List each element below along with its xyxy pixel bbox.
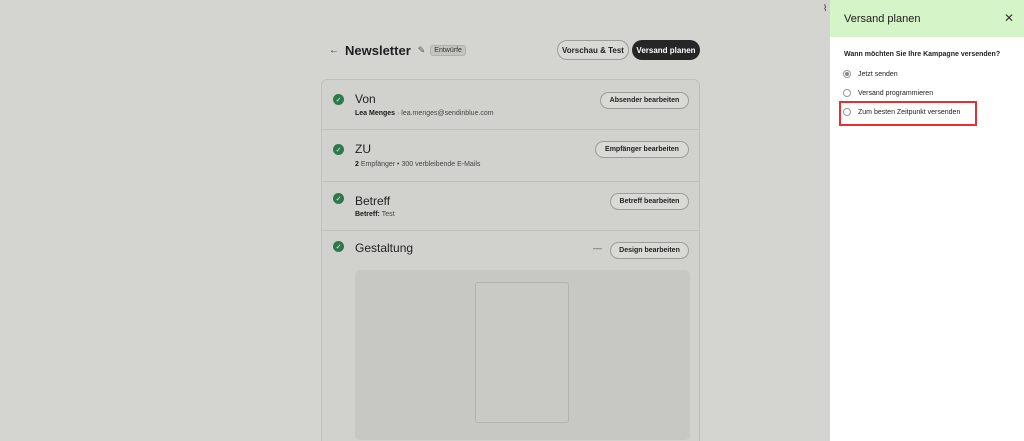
radio-button[interactable] <box>843 70 851 78</box>
activity-icon: ⌇ <box>823 3 828 13</box>
sender-name: Lea Menges <box>355 110 396 117</box>
edit-subject-button[interactable]: Betreff bearbeiten <box>610 193 689 210</box>
schedule-button[interactable]: Versand planen <box>632 40 700 60</box>
radio-button[interactable] <box>843 89 851 97</box>
panel-title: Versand planen <box>844 12 921 25</box>
section-title: Betreff <box>355 194 391 208</box>
sender-info: Lea Menges · lea.menges@sendinblue.com <box>355 110 494 117</box>
section-title: Von <box>355 92 376 106</box>
highlight-box <box>839 101 977 126</box>
option-send-now[interactable]: Jetzt senden <box>843 68 898 80</box>
check-icon: ✓ <box>333 94 344 105</box>
status-badge: Entwürfe <box>430 44 466 56</box>
preview-test-button[interactable]: Vorschau & Test <box>557 40 629 60</box>
sender-email: · lea.menges@sendinblue.com <box>397 110 494 117</box>
schedule-panel: Versand planen ✕ Wann möchten Sie Ihre K… <box>830 0 1024 441</box>
recipients-info: 2 Empfänger • 300 verbleibende E-Mails <box>355 161 480 168</box>
edit-design-button[interactable]: Design bearbeiten <box>610 242 689 259</box>
subject-info: Betreff: Test <box>355 211 395 218</box>
recipient-count: 2 <box>355 161 359 168</box>
recipient-detail: Empfänger • 300 verbleibende E-Mails <box>360 161 481 168</box>
arrow-left-icon[interactable]: ← <box>329 45 345 56</box>
check-icon: ✓ <box>333 144 344 155</box>
sender-section: ✓ Von Lea Menges · lea.menges@sendinblue… <box>322 80 699 130</box>
subject-value: Test <box>381 211 395 218</box>
edit-sender-button[interactable]: Absender bearbeiten <box>600 92 689 109</box>
subject-label: Betreff: <box>355 211 380 218</box>
schedule-question: Wann möchten Sie Ihre Kampagne versenden… <box>844 51 1001 58</box>
pencil-icon[interactable]: ✎ <box>418 45 426 56</box>
subject-section: ✓ Betreff Betreff: Test Betreff bearbeit… <box>322 182 699 231</box>
close-icon[interactable]: ✕ <box>1004 11 1014 25</box>
section-title: ZU <box>355 142 371 156</box>
edit-recipients-button[interactable]: Empfänger bearbeiten <box>595 141 689 158</box>
check-icon: ✓ <box>333 193 344 204</box>
check-icon: ✓ <box>333 241 344 252</box>
page-title: Newsletter <box>345 42 411 58</box>
design-preview <box>355 270 690 440</box>
minus-icon: — <box>593 243 602 253</box>
section-title: Gestaltung <box>355 241 414 255</box>
campaign-card: ✓ Von Lea Menges · lea.menges@sendinblue… <box>321 79 700 441</box>
option-label: Jetzt senden <box>858 70 898 78</box>
recipients-section: ✓ ZU 2 Empfänger • 300 verbleibende E-Ma… <box>322 130 699 182</box>
panel-header: Versand planen ✕ <box>830 0 1024 37</box>
preview-thumbnail <box>475 282 569 423</box>
option-label: Versand programmieren <box>858 89 934 97</box>
option-schedule[interactable]: Versand programmieren <box>843 87 933 99</box>
